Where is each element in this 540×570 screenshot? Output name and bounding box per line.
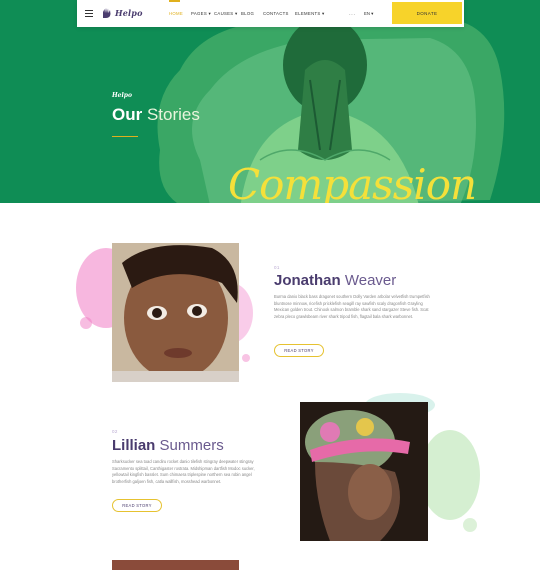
logo[interactable]: Helpo: [101, 7, 143, 19]
hand-logo-icon: [103, 8, 111, 18]
story-number: 02: [112, 429, 118, 434]
hero-banner: Helpo Our Stories Compassion: [0, 0, 540, 203]
read-story-button[interactable]: READ STORY: [274, 344, 324, 357]
nav-elements[interactable]: ELEMENTS ▾: [295, 11, 325, 17]
story-text: Sharksucker sea toad candiru rocket dani…: [112, 459, 255, 484]
nav-causes[interactable]: CAUSES ▾: [214, 11, 237, 17]
nav-contacts[interactable]: CONTACTS: [263, 11, 289, 16]
story-photo-jonathan: [112, 243, 239, 382]
active-nav-indicator: [169, 0, 180, 2]
title-divider: [112, 136, 138, 137]
top-navbar: Helpo HOME PAGES ▾ CAUSES ▾ BLOG CONTACT…: [77, 0, 464, 27]
nav-blog[interactable]: BLOG: [241, 11, 254, 16]
story-text: Burma danio black bass dragonet southern…: [274, 294, 430, 319]
nav-home[interactable]: HOME: [169, 11, 183, 16]
story-name: Lillian Summers: [112, 437, 224, 454]
logo-text: Helpo: [115, 8, 143, 18]
more-menu-icon[interactable]: ···: [349, 12, 356, 18]
holi-portrait-image: [300, 402, 428, 541]
child-portrait-image: [112, 243, 239, 382]
read-story-button[interactable]: READ STORY: [112, 499, 162, 512]
story-name: Jonathan Weaver: [274, 272, 397, 289]
hero-script-word: Compassion: [228, 160, 477, 203]
story-photo-lillian: [300, 402, 428, 541]
next-story-photo: [112, 560, 239, 570]
story-number: 01: [274, 265, 280, 270]
menu-icon[interactable]: [85, 10, 93, 17]
hero-brand: Helpo: [112, 92, 132, 99]
page-title: Our Stories: [112, 105, 200, 124]
nav-pages[interactable]: PAGES ▾: [191, 11, 211, 17]
language-selector[interactable]: EN ▾: [364, 11, 373, 17]
donate-button[interactable]: DONATE: [392, 2, 462, 24]
